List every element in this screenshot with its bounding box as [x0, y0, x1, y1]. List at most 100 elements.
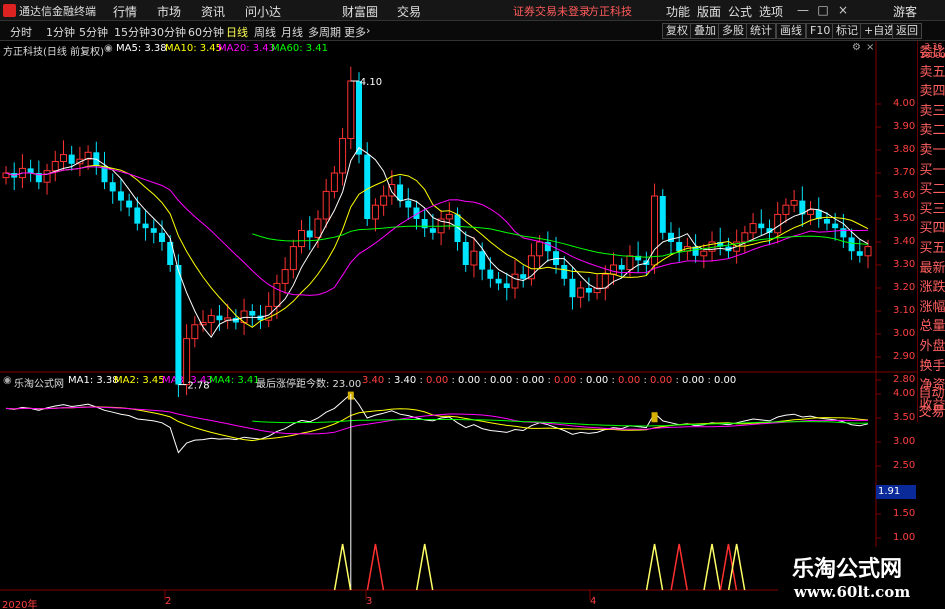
- candle-body: [700, 250, 708, 257]
- candle-body: [421, 219, 428, 229]
- side-item[interactable]: 买一: [919, 161, 945, 181]
- quote-side-panel: 委比 卖五 卖四 卖三 卖二 卖一 买一 买二 买三 买四 买五 最新 涨跌 涨幅 总量 外盘 换手 净资 收益: [917, 41, 945, 421]
- side-item[interactable]: 卖五: [919, 63, 945, 83]
- side-item[interactable]: 买五: [919, 239, 945, 259]
- side-item[interactable]: 外盘: [919, 337, 945, 357]
- ma20-line: [5, 166, 869, 296]
- candle-body: [150, 228, 157, 233]
- side-item[interactable]: 卖一: [919, 141, 945, 161]
- side-item[interactable]: 总量: [919, 317, 945, 337]
- candle-body: [758, 223, 765, 229]
- candle-body: [741, 232, 749, 243]
- candle-body: [339, 138, 347, 174]
- side-item[interactable]: 最新: [919, 259, 945, 279]
- candle-body: [495, 278, 502, 284]
- candle-body: [68, 154, 75, 164]
- candle-body: [51, 161, 59, 172]
- y-tick-label: 3.70: [893, 167, 916, 178]
- y-tick-label: 3.40: [893, 236, 916, 247]
- candle-body: [216, 315, 223, 321]
- signal-triangle: [415, 543, 434, 591]
- signal-triangle: [333, 543, 352, 591]
- candle-body: [117, 191, 124, 201]
- candle-body: [281, 269, 289, 284]
- candle-body: [676, 242, 683, 252]
- candle-body: [790, 200, 798, 206]
- candle-body: [577, 287, 585, 298]
- candle-body: [364, 154, 371, 219]
- watermark-box: 乐淘公式网 www.60lt.com: [778, 547, 945, 609]
- side-item[interactable]: 卖三: [919, 102, 945, 122]
- candle-body: [659, 196, 666, 233]
- y-tick-label: 3.90: [893, 121, 916, 132]
- signal-triangle: [719, 543, 738, 591]
- side-item[interactable]: 涨跌: [919, 278, 945, 298]
- candle-body: [520, 274, 527, 279]
- date-tick-label: 4: [590, 596, 597, 607]
- candle-body: [322, 190, 330, 220]
- side-item[interactable]: 卖二: [919, 121, 945, 141]
- candle-body: [823, 219, 830, 224]
- signal-triangle: [645, 543, 664, 591]
- candle-body: [479, 251, 486, 270]
- candle-body: [314, 218, 322, 238]
- candle-body: [109, 182, 116, 192]
- side-bottom-item[interactable]: 自动: [917, 384, 945, 403]
- candle-body: [610, 264, 618, 275]
- candle-body: [864, 246, 872, 257]
- candle-body: [569, 278, 576, 298]
- candle-body: [371, 204, 379, 220]
- signal-triangle: [727, 543, 746, 591]
- candle-body: [749, 223, 757, 234]
- side-item[interactable]: 买三: [919, 200, 945, 220]
- y-tick-label: 3.60: [893, 190, 916, 201]
- sub-y-tick-label: 4.00: [893, 388, 916, 399]
- kline-chart[interactable]: 4.10 2.78: [0, 0, 945, 609]
- candle-body: [561, 265, 568, 279]
- candle-body: [462, 242, 469, 265]
- ma10-line: [5, 164, 869, 328]
- side-item[interactable]: 卖四: [919, 82, 945, 102]
- candle-body: [487, 269, 494, 279]
- candle-body: [59, 154, 67, 163]
- y-tick-label: 2.90: [893, 351, 916, 362]
- side-item[interactable]: 买二: [919, 180, 945, 200]
- date-tick-label: 2: [165, 596, 172, 607]
- candle-body: [207, 315, 215, 324]
- y-tick-label: 3.50: [893, 213, 916, 224]
- candle-body: [257, 315, 264, 321]
- y-tick-label: 3.30: [893, 259, 916, 270]
- sub-y-tick-label: 2.50: [893, 460, 916, 471]
- candle-body: [289, 246, 297, 271]
- y-tick-label: 3.20: [893, 282, 916, 293]
- candle-body: [454, 214, 461, 242]
- side-item[interactable]: 涨幅: [919, 298, 945, 318]
- candle-body: [356, 81, 363, 155]
- sub-y-tick-label: 1.00: [893, 532, 916, 543]
- candle-body: [306, 230, 313, 238]
- candle-body: [249, 311, 256, 316]
- signal-triangle: [366, 543, 385, 591]
- side-item[interactable]: 换手: [919, 357, 945, 377]
- candle-body: [840, 228, 847, 238]
- candle-body: [667, 232, 674, 242]
- y-tick-label: 3.00: [893, 328, 916, 339]
- candle-body: [585, 288, 592, 293]
- candle-body: [848, 237, 855, 252]
- side-item[interactable]: 买四: [919, 219, 945, 239]
- candle-body: [134, 207, 141, 224]
- candle-body: [43, 170, 51, 183]
- high-label: 4.10: [360, 77, 382, 88]
- sub-y-tick-label: 3.50: [893, 412, 916, 423]
- candle-body: [175, 265, 182, 385]
- sub-y-tick-label: 1.50: [893, 508, 916, 519]
- sub-y-tick-label: 3.00: [893, 436, 916, 447]
- candle-body: [651, 195, 659, 266]
- date-tick-label: 2020年: [2, 600, 38, 609]
- candle-body: [536, 241, 544, 257]
- low-label: 2.78: [187, 381, 209, 392]
- candle-body: [183, 338, 191, 386]
- candle-body: [158, 232, 165, 242]
- candle-body: [126, 200, 133, 208]
- side-bottom-item[interactable]: 交易: [917, 403, 945, 422]
